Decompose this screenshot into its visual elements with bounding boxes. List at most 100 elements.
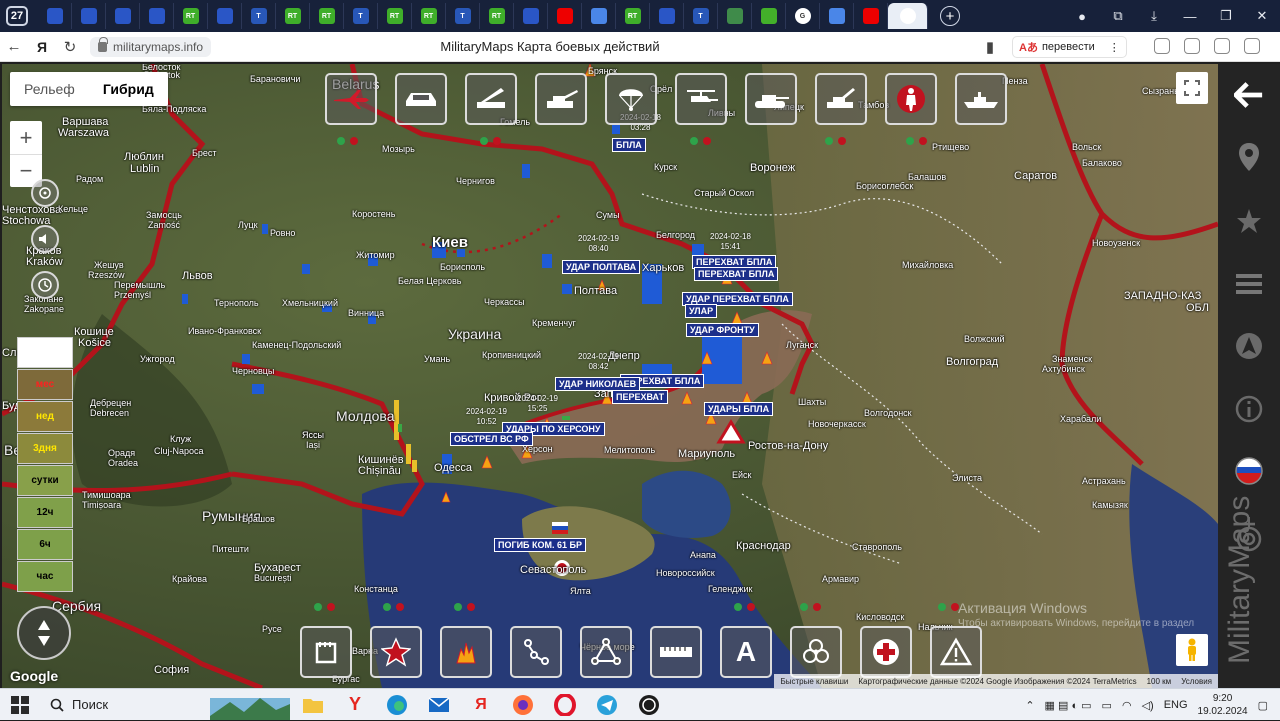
browser-tab[interactable]: RT xyxy=(378,3,412,29)
shortcuts-link[interactable]: Быстрые клавиши xyxy=(780,677,848,686)
pan-control[interactable] xyxy=(17,606,71,660)
tray-chevron-icon[interactable]: ⌃ xyxy=(1025,699,1034,712)
event-label[interactable]: ОБСТРЕЛ ВС РФ xyxy=(450,432,533,446)
target-icon-button[interactable] xyxy=(31,179,59,207)
collections-icon[interactable]: ⧉ xyxy=(1100,0,1136,32)
time-filter-option[interactable]: нед xyxy=(17,401,73,432)
volume-icon[interactable]: ◁) xyxy=(1142,699,1154,712)
browser-tab[interactable]: RT xyxy=(276,3,310,29)
browser-tab[interactable] xyxy=(820,3,854,29)
browser-tab[interactable] xyxy=(752,3,786,29)
zoom-in-button[interactable]: + xyxy=(10,121,42,154)
opera-icon[interactable] xyxy=(548,690,582,720)
event-label[interactable]: ПЕРЕХВАТ БПЛА xyxy=(694,267,779,281)
event-label[interactable]: УДАРЫ БПЛА xyxy=(704,402,774,416)
hybrid-button[interactable]: Гибрид xyxy=(89,72,168,106)
warning-tool[interactable] xyxy=(930,626,982,678)
file-explorer-icon[interactable] xyxy=(296,690,330,720)
medical-tool[interactable] xyxy=(860,626,912,678)
download-icon[interactable] xyxy=(1244,38,1260,54)
browser-tab[interactable] xyxy=(208,3,242,29)
aviation-filter[interactable] xyxy=(325,73,377,125)
maximize-button[interactable]: ❐ xyxy=(1208,0,1244,32)
tank-filter[interactable] xyxy=(745,73,797,125)
browser-tab[interactable] xyxy=(140,3,174,29)
back-arrow-button[interactable] xyxy=(1234,80,1264,110)
translate-button[interactable]: Aあ перевести ⋮ xyxy=(1012,36,1127,58)
browser-tab[interactable]: RT xyxy=(480,3,514,29)
relief-button[interactable]: Рельеф xyxy=(10,72,89,106)
back-button[interactable]: ← xyxy=(0,35,28,59)
browser-tab[interactable] xyxy=(888,3,928,29)
navigate-button[interactable] xyxy=(1234,331,1264,361)
browser-tab[interactable] xyxy=(582,3,616,29)
volume-button[interactable] xyxy=(31,225,59,253)
browser-tab[interactable] xyxy=(38,3,72,29)
notifications-icon[interactable]: ▢ xyxy=(1258,699,1268,712)
scale-text[interactable]: 100 км xyxy=(1147,677,1172,686)
event-label[interactable]: УДАР НИКОЛАЕВ xyxy=(555,377,641,391)
yandex-icon[interactable]: Я xyxy=(464,690,498,720)
browser-tab[interactable] xyxy=(106,3,140,29)
browser-tab[interactable] xyxy=(854,3,888,29)
firefox-icon[interactable] xyxy=(506,690,540,720)
menu-button[interactable] xyxy=(1234,269,1264,299)
more-menu-icon[interactable]: ⋮ xyxy=(1109,41,1120,54)
language-button[interactable] xyxy=(1234,456,1264,486)
browser-tab[interactable] xyxy=(72,3,106,29)
mail-icon[interactable] xyxy=(422,690,456,720)
reload-button[interactable]: ↻ xyxy=(56,35,84,59)
wifi-icon[interactable]: ◠ xyxy=(1122,699,1132,712)
clock[interactable]: 9:20 19.02.2024 xyxy=(1198,692,1248,718)
event-label[interactable]: ПЕРЕХВАТ xyxy=(612,390,669,404)
telegram-icon[interactable] xyxy=(590,690,624,720)
route-tool[interactable] xyxy=(510,626,562,678)
event-label[interactable]: УЛАР xyxy=(685,304,718,318)
browser-tab[interactable]: G xyxy=(786,3,820,29)
start-button[interactable] xyxy=(0,689,40,721)
event-label[interactable]: УДАР ПОЛТАВА xyxy=(562,260,641,274)
terms-link[interactable]: Условия xyxy=(1181,677,1212,686)
language-indicator[interactable]: ENG xyxy=(1164,699,1188,711)
street-view-button[interactable] xyxy=(1176,634,1208,666)
browser-tab[interactable]: RT xyxy=(412,3,446,29)
browser-tab[interactable]: T xyxy=(446,3,480,29)
tab-count-badge[interactable]: 27 xyxy=(6,6,28,26)
info-button[interactable] xyxy=(1234,394,1264,424)
calendar-tool[interactable] xyxy=(300,626,352,678)
time-filter-option[interactable]: 6ч xyxy=(17,529,73,560)
event-label[interactable]: УДАР ФРОНТУ xyxy=(686,323,759,337)
edge-icon[interactable] xyxy=(380,690,414,720)
browser-tab[interactable]: RT xyxy=(174,3,208,29)
event-label[interactable]: ПОГИБ КОМ. 61 БР xyxy=(494,538,586,552)
browser-tab[interactable] xyxy=(514,3,548,29)
air-defense-filter[interactable] xyxy=(815,73,867,125)
browser-tab[interactable]: RT xyxy=(310,3,344,29)
time-filter-option[interactable] xyxy=(17,337,73,368)
obs-icon[interactable] xyxy=(632,690,666,720)
profile-icon[interactable]: ● xyxy=(1064,0,1100,32)
weather-widget-icon[interactable] xyxy=(210,690,290,720)
map-canvas[interactable]: BelarusБелостокBialystokБарановичиВаршав… xyxy=(2,64,1218,688)
fire-tool[interactable] xyxy=(440,626,492,678)
navy-filter[interactable] xyxy=(955,73,1007,125)
text-tool[interactable]: A xyxy=(720,626,772,678)
time-filter-option[interactable]: мес xyxy=(17,369,73,400)
minimize-button[interactable]: — xyxy=(1172,0,1208,32)
time-filter-option[interactable]: 3дня xyxy=(17,433,73,464)
taskbar-search[interactable]: Поиск xyxy=(40,691,210,719)
browser-tab[interactable] xyxy=(548,3,582,29)
star-tool[interactable] xyxy=(370,626,422,678)
time-filter-option[interactable]: час xyxy=(17,561,73,592)
close-window-button[interactable]: ✕ xyxy=(1244,0,1280,32)
battery-icon[interactable]: ▭ xyxy=(1102,699,1112,712)
bookmark-icon[interactable]: ▮ xyxy=(976,35,1004,59)
location-button[interactable] xyxy=(1234,142,1264,172)
yandex-logo-button[interactable]: Я xyxy=(28,35,56,59)
time-filter-option[interactable]: сутки xyxy=(17,465,73,496)
helicopter-filter[interactable] xyxy=(675,73,727,125)
vehicle-filter[interactable] xyxy=(395,73,447,125)
new-tab-button[interactable]: + xyxy=(940,6,960,26)
translate-ext-icon[interactable] xyxy=(1214,38,1230,54)
polygon-tool[interactable] xyxy=(580,626,632,678)
